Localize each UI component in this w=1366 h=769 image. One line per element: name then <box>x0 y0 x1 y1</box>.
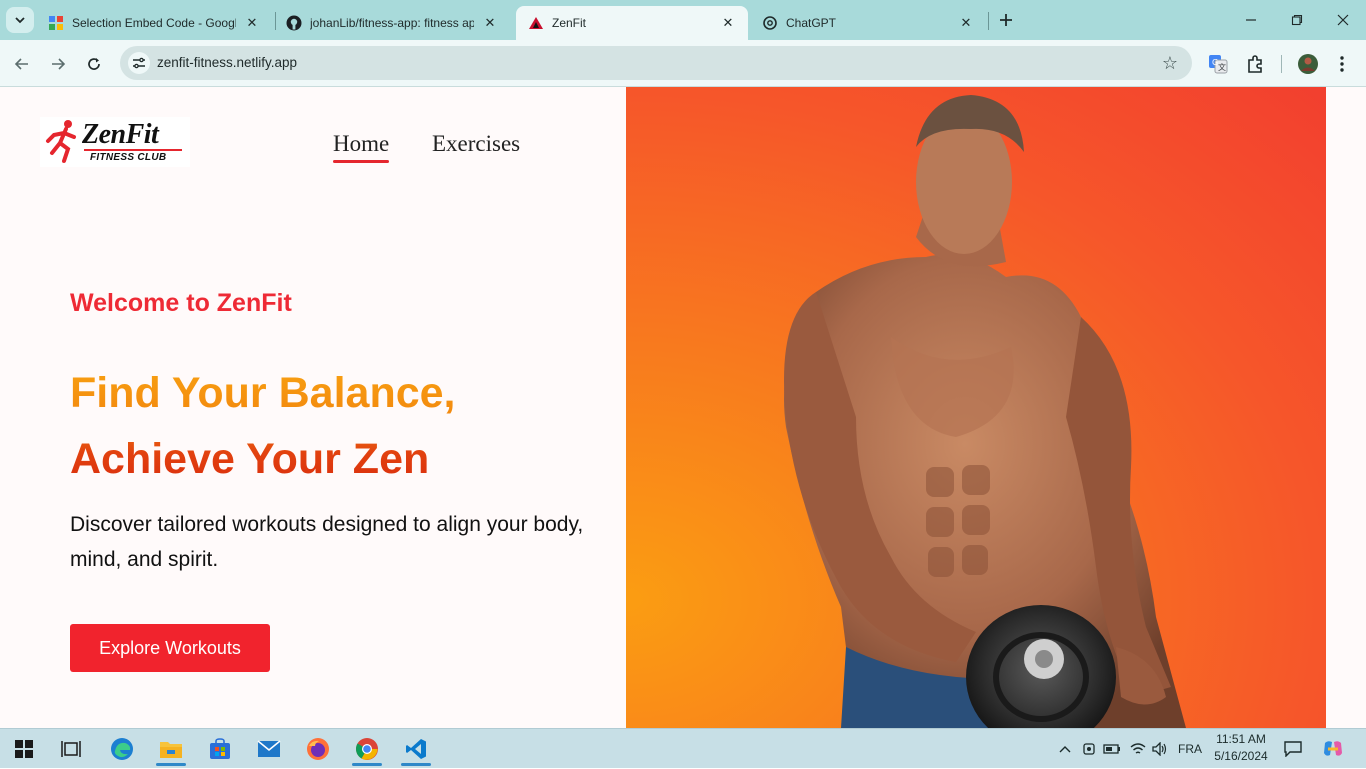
restore-button[interactable] <box>1274 0 1320 40</box>
profile-avatar[interactable] <box>1296 52 1320 76</box>
chrome-button[interactable] <box>348 732 386 766</box>
extensions-icon[interactable] <box>1243 52 1267 76</box>
nav-home-link[interactable]: Home <box>333 131 390 163</box>
clock-time: 11:51 AM <box>1216 732 1266 746</box>
show-hidden-icons-button[interactable] <box>1056 729 1074 769</box>
copilot-button[interactable] <box>1318 729 1348 769</box>
headline-line-2: Achieve Your Zen <box>70 435 430 483</box>
store-button[interactable] <box>201 732 239 766</box>
file-explorer-button[interactable] <box>152 732 190 766</box>
chrome-icon <box>356 738 378 760</box>
close-icon[interactable]: ✕ <box>720 15 736 31</box>
arrow-left-icon <box>14 58 28 70</box>
tab-google-sites[interactable]: Selection Embed Code - Google ✕ <box>36 6 272 40</box>
hero-image <box>626 87 1326 728</box>
close-icon[interactable]: ✕ <box>244 15 260 31</box>
system-clock[interactable]: 11:51 AM 5/16/2024 <box>1212 731 1270 765</box>
notifications-button[interactable] <box>1280 729 1306 769</box>
tab-title: ChatGPT <box>786 16 837 30</box>
site-info-icon[interactable] <box>128 52 150 74</box>
logo-underline <box>84 149 182 151</box>
toolbar-divider <box>1281 55 1282 73</box>
google-sites-icon <box>48 15 64 31</box>
chevron-down-icon <box>15 17 25 24</box>
close-icon[interactable]: ✕ <box>482 15 498 31</box>
chevron-up-icon <box>1059 746 1071 753</box>
bookmark-star-icon[interactable]: ☆ <box>1160 53 1180 73</box>
headline-line-1: Find Your Balance, <box>70 369 456 417</box>
explore-workouts-button[interactable]: Explore Workouts <box>70 624 270 672</box>
minimize-icon <box>1246 19 1256 21</box>
file-explorer-icon <box>160 742 182 758</box>
tab-strip: Selection Embed Code - Google ✕ johanLib… <box>0 0 1366 40</box>
hero-description: Discover tailored workouts designed to a… <box>70 513 584 571</box>
address-bar[interactable]: zenfit-fitness.netlify.app ☆ <box>120 46 1192 80</box>
close-icon <box>1337 14 1349 26</box>
tab-divider <box>988 12 989 30</box>
firefox-icon <box>307 738 329 760</box>
web-page: ZenFit FITNESS CLUB Home Exercises Welco… <box>0 87 1366 728</box>
close-window-button[interactable] <box>1320 0 1366 40</box>
forward-button[interactable] <box>44 50 72 78</box>
welcome-heading: Welcome to ZenFit <box>70 289 292 317</box>
new-tab-button[interactable] <box>994 8 1018 32</box>
start-icon <box>15 740 33 758</box>
tab-search-button[interactable] <box>6 7 34 33</box>
notification-icon <box>1284 741 1302 757</box>
reload-button[interactable] <box>80 50 108 78</box>
logo-brand-text: ZenFit <box>82 119 159 150</box>
hero-headline: Find Your Balance, Achieve Your Zen <box>70 360 456 492</box>
volume-icon[interactable] <box>1150 729 1170 769</box>
google-translate-icon[interactable]: G文 <box>1206 52 1230 76</box>
svg-text:文: 文 <box>1218 62 1226 72</box>
url-text: zenfit-fitness.netlify.app <box>157 55 298 70</box>
copilot-icon <box>1324 741 1342 756</box>
edge-button[interactable] <box>103 732 141 766</box>
wifi-icon[interactable] <box>1128 729 1148 769</box>
input-language-indicator[interactable]: FRA <box>1174 729 1206 769</box>
tab-github[interactable]: johanLib/fitness-app: fitness ap ✕ <box>274 6 510 40</box>
tab-zenfit[interactable]: ZenFit ✕ <box>516 6 748 40</box>
vscode-icon <box>406 739 426 759</box>
zenfit-favicon <box>528 15 544 31</box>
store-icon <box>210 738 230 759</box>
reload-icon <box>88 58 100 70</box>
minimize-button[interactable] <box>1228 0 1274 40</box>
start-button[interactable] <box>5 732 43 766</box>
tab-title: ZenFit <box>552 16 587 30</box>
muscular-man-with-dumbbell-image <box>784 95 1186 728</box>
github-icon <box>286 15 302 31</box>
tab-title: johanLib/fitness-app: fitness ap <box>310 16 474 30</box>
arrow-right-icon <box>52 58 66 70</box>
chatgpt-icon <box>762 15 778 31</box>
tab-chatgpt[interactable]: ChatGPT ✕ <box>750 6 986 40</box>
tab-title: Selection Embed Code - Google <box>72 16 236 30</box>
site-logo[interactable]: ZenFit FITNESS CLUB <box>40 117 190 167</box>
vscode-button[interactable] <box>397 732 435 766</box>
browser-menu-button[interactable] <box>1330 52 1354 76</box>
restore-icon <box>1291 14 1303 26</box>
taskbar: FRA 11:51 AM 5/16/2024 <box>0 728 1366 768</box>
back-button[interactable] <box>8 50 36 78</box>
mail-button[interactable] <box>250 732 288 766</box>
battery-icon[interactable] <box>1102 729 1122 769</box>
device-tray-icon[interactable] <box>1080 729 1098 769</box>
task-view-button[interactable] <box>52 732 90 766</box>
task-view-icon <box>61 741 81 757</box>
firefox-button[interactable] <box>299 732 337 766</box>
logo-tagline: FITNESS CLUB <box>90 152 167 163</box>
clock-date: 5/16/2024 <box>1214 749 1268 763</box>
close-icon[interactable]: ✕ <box>958 15 974 31</box>
runner-logo-icon <box>46 120 76 163</box>
browser-toolbar: zenfit-fitness.netlify.app ☆ G文 <box>0 40 1366 87</box>
kebab-menu-icon <box>1340 56 1344 72</box>
mail-icon <box>257 740 281 757</box>
nav-exercises-link[interactable]: Exercises <box>432 131 520 157</box>
plus-icon <box>1000 14 1012 26</box>
edge-icon <box>111 738 133 760</box>
